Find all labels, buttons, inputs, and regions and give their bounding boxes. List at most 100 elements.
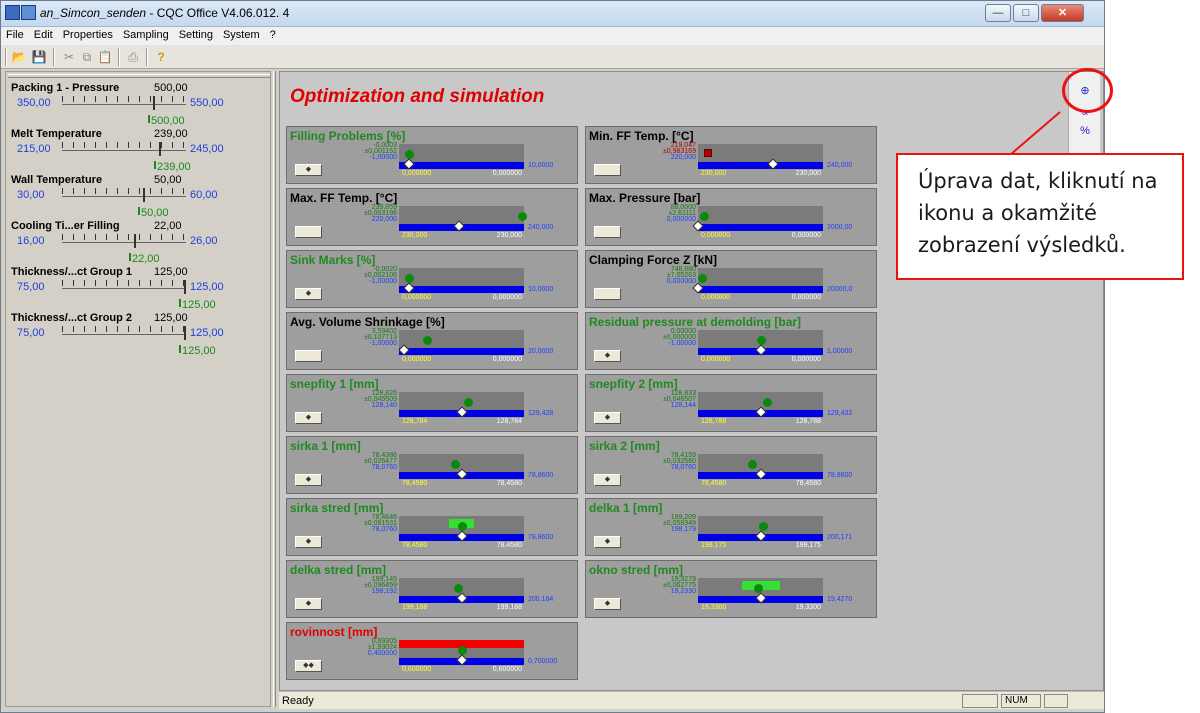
stat-min: -1,00000: [369, 154, 397, 161]
target-high: 128,784: [496, 418, 522, 425]
result-panel: Residual pressure at demolding [bar] 0,00…: [585, 312, 877, 370]
help-icon[interactable]: ?: [153, 49, 169, 65]
target-high: 78,4580: [795, 480, 821, 487]
panel-toggle-button[interactable]: ◆: [295, 288, 322, 300]
copy-icon[interactable]: ⧉: [79, 49, 95, 65]
panel-toggle-button[interactable]: [295, 226, 322, 238]
value-marker-alarm: [704, 149, 712, 157]
print-icon[interactable]: ⎙: [125, 49, 141, 65]
result-panel: snepfity 2 [mm] 128,833 ±0,046507 128,144 12…: [585, 374, 877, 432]
highlight-circle: [1062, 68, 1113, 113]
value-marker: [464, 398, 473, 407]
toolbar-separator: [118, 48, 120, 66]
panel-toggle-button[interactable]: ◆◆: [295, 660, 322, 672]
stat-min: 220,000: [371, 216, 397, 223]
save-icon[interactable]: 💾: [31, 49, 47, 65]
panel-toggle-button[interactable]: [594, 288, 621, 300]
panel-toggle-button[interactable]: ◆: [295, 536, 322, 548]
percent-icon[interactable]: %: [1077, 124, 1093, 138]
target-low: 0,000000: [701, 356, 731, 363]
splitter[interactable]: [273, 71, 276, 707]
range-max: 78,8600: [528, 534, 554, 541]
menu-bar: File Edit Properties Sampling Setting Sy…: [1, 27, 1104, 45]
application-window: an_Simcon_senden - CQC Office V4.06.012.…: [0, 0, 1105, 713]
paste-icon[interactable]: 📋: [97, 49, 113, 65]
menu-edit[interactable]: Edit: [29, 27, 58, 45]
menu-help[interactable]: ?: [265, 27, 281, 45]
target-low: 78,4580: [701, 480, 727, 487]
panel-toggle-button[interactable]: [295, 350, 322, 362]
panel-toggle-button[interactable]: ◆: [594, 350, 621, 362]
parameter-current: 239,00: [157, 161, 191, 173]
target-high: 0,000000: [492, 356, 522, 363]
panel-toggle-button[interactable]: ◆: [594, 412, 621, 424]
num-indicator: NUM: [1001, 694, 1041, 708]
slider-track[interactable]: [62, 150, 186, 151]
parameter-max: 26,00: [190, 235, 218, 247]
target-low: 0,000000: [402, 294, 432, 301]
pane-grip: [8, 74, 270, 78]
slider-track[interactable]: [62, 334, 186, 335]
menu-file[interactable]: File: [1, 27, 29, 45]
open-folder-icon[interactable]: 📂: [11, 49, 27, 65]
menu-properties[interactable]: Properties: [58, 27, 118, 45]
menu-sampling[interactable]: Sampling: [118, 27, 174, 45]
cut-icon[interactable]: ✂: [61, 49, 77, 65]
panel-toggle-button[interactable]: ◆: [295, 412, 322, 424]
panel-stats: 748,880 ±7,05263 0,000000: [606, 266, 696, 285]
slider-thumb[interactable]: [143, 188, 145, 202]
menu-setting[interactable]: Setting: [174, 27, 218, 45]
stat-min: -1,00000: [369, 340, 397, 347]
slider-track[interactable]: [62, 288, 186, 289]
target-high: 199,175: [795, 542, 821, 549]
slider-ticks: [62, 96, 186, 102]
panel-toggle-button[interactable]: ◆: [594, 474, 621, 486]
result-panel: sirka 1 [mm] 78,4386 ±0,026477 78,0760 78,45…: [286, 436, 578, 494]
slider-track[interactable]: [62, 242, 186, 243]
window-title: an_Simcon_senden - CQC Office V4.06.012.…: [40, 6, 290, 20]
value-marker: [458, 646, 467, 655]
stat-min: -1,00000: [668, 340, 696, 347]
result-panel: delka 1 [mm] 199,209 ±0,058349 198,179 199,1…: [585, 498, 877, 556]
panel-toggle-button[interactable]: [594, 164, 621, 176]
panel-toggle-button[interactable]: ◆: [594, 536, 621, 548]
target-bar: [399, 348, 524, 355]
parameter-value: 22,00: [154, 220, 182, 232]
result-panel: Max. FF Temp. [°C] 239,859 ±0,003196 220,00…: [286, 188, 578, 246]
range-max: 10,0000: [528, 286, 554, 293]
status-indicator-empty: [962, 694, 998, 708]
slider-thumb[interactable]: [134, 234, 136, 248]
panel-toggle-button[interactable]: ◆: [295, 598, 322, 610]
slider-ticks: [62, 280, 186, 286]
slider-track[interactable]: [62, 104, 186, 105]
menu-system[interactable]: System: [218, 27, 265, 45]
slider-thumb[interactable]: [184, 326, 186, 340]
parameter-min: 350,00: [17, 97, 51, 109]
panel-toggle-button[interactable]: [594, 226, 621, 238]
stat-min: 78,0760: [371, 464, 397, 471]
panel-toggle-button[interactable]: ◆: [594, 598, 621, 610]
maximize-button[interactable]: □: [1013, 4, 1039, 22]
close-button[interactable]: ✕: [1041, 4, 1084, 22]
slider-thumb[interactable]: [153, 96, 155, 110]
range-max: 78,8600: [827, 472, 853, 479]
range-bar: [399, 206, 524, 224]
minimize-button[interactable]: —: [985, 4, 1011, 22]
slider-thumb[interactable]: [159, 142, 161, 156]
result-panel: snepfity 1 [mm] 128,826 ±0,045509 128,140 12…: [286, 374, 578, 432]
slider-thumb[interactable]: [184, 280, 186, 294]
panel-toggle-button[interactable]: ◆: [295, 474, 322, 486]
range-max: 19,4270: [827, 596, 853, 603]
target-high: 0,600000: [492, 666, 522, 673]
range-bar: [399, 330, 524, 348]
slider-track[interactable]: [62, 196, 186, 197]
value-marker: [700, 212, 709, 221]
callout-annotation: Úprava dat, kliknutí na ikonu a okamžité…: [896, 153, 1184, 280]
parameter-max: 125,00: [190, 327, 224, 339]
panel-toggle-button[interactable]: ◆: [295, 164, 322, 176]
slider-ticks: [62, 326, 186, 332]
panel-stats: 3,59402 ±0,107713 -1,00000: [307, 328, 397, 347]
target-high: 78,4580: [496, 542, 522, 549]
slider-ticks: [62, 188, 186, 194]
value-marker: [698, 274, 707, 283]
